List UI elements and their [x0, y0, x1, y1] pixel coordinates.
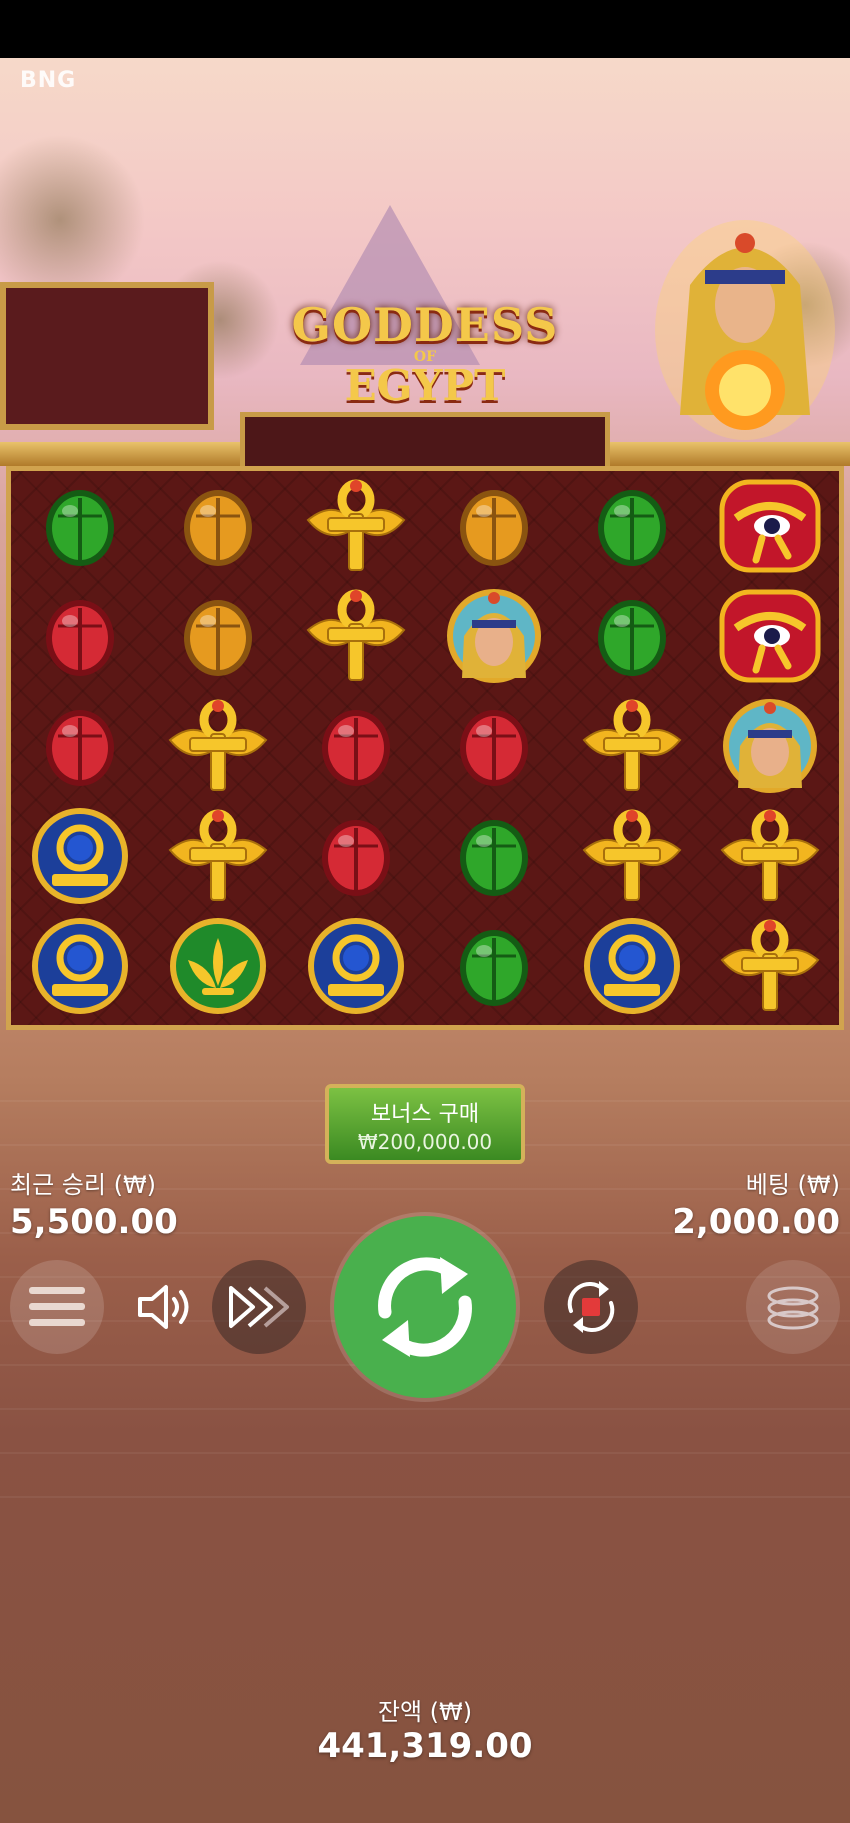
coin-stack-icon [767, 1286, 819, 1330]
red-scarab-icon [460, 710, 528, 786]
green-scarab-icon [460, 930, 528, 1006]
menu-button[interactable] [10, 1260, 104, 1354]
reel-cell [563, 581, 701, 691]
turbo-button[interactable] [212, 1260, 306, 1354]
side-panel [0, 282, 214, 430]
blue-omega-icon [32, 808, 128, 904]
reel-cell [149, 691, 287, 801]
balance-label: 잔액 (₩) [377, 1698, 473, 1726]
bonus-buy-label: 보너스 구매 [370, 1102, 480, 1127]
reel-cell [425, 801, 563, 911]
green-scarab-icon [460, 820, 528, 896]
cleopatra-icon [723, 699, 817, 793]
orange-scarab-icon [184, 490, 252, 566]
provider-logo: BNG [20, 68, 77, 93]
reel-cell [149, 801, 287, 911]
logo-line-1: GODDESS [291, 298, 559, 352]
reel-cell [11, 801, 149, 911]
spin-icon [378, 1257, 472, 1357]
bonus-buy-price: ₩200,000.00 [357, 1130, 493, 1154]
reel-cell [701, 801, 839, 911]
reel-cell [287, 691, 425, 801]
green-scarab-icon [46, 490, 114, 566]
blue-omega-icon [308, 918, 404, 1014]
reel-cell [149, 471, 287, 581]
reel-cell [11, 471, 149, 581]
reel-cell [425, 581, 563, 691]
logo-line-3: EGYPT [344, 361, 506, 410]
reel-cell [563, 471, 701, 581]
orange-scarab-icon [460, 490, 528, 566]
menu-icon [29, 1287, 85, 1326]
speaker-icon [138, 1285, 189, 1329]
red-scarab-icon [322, 710, 390, 786]
fast-forward-icon [229, 1286, 289, 1328]
reel-cell [287, 581, 425, 691]
last-win-value: 5,500.00 [10, 1202, 178, 1242]
reel-cell [701, 911, 839, 1021]
top-status-bar [0, 0, 850, 58]
spin-button[interactable] [334, 1216, 516, 1398]
eye-of-horus-icon [719, 479, 821, 573]
gold-ankh-icon [720, 809, 820, 901]
bonus-buy-button[interactable]: 보너스 구매 ₩200,000.00 [325, 1084, 525, 1164]
reel-cell [701, 581, 839, 691]
reel-cell [11, 911, 149, 1021]
reel-cell [701, 691, 839, 801]
reel-cell [425, 471, 563, 581]
green-scarab-icon [598, 600, 666, 676]
blue-omega-icon [584, 918, 680, 1014]
reel-cell [563, 911, 701, 1021]
green-scarab-icon [598, 490, 666, 566]
bet-chips-button[interactable] [746, 1260, 840, 1354]
reel-cell [563, 801, 701, 911]
gold-ankh-icon [168, 699, 268, 791]
gold-ankh-icon [582, 809, 682, 901]
reel-cell [149, 911, 287, 1021]
orange-scarab-icon [184, 600, 252, 676]
reel-cell [701, 471, 839, 581]
goddess-character [655, 220, 835, 440]
blue-omega-icon [32, 918, 128, 1014]
red-scarab-icon [46, 600, 114, 676]
win-display-panel [240, 412, 610, 472]
balance-value: 441,319.00 [317, 1726, 533, 1766]
eye-of-horus-icon [719, 589, 821, 683]
reel-cell [287, 801, 425, 911]
lotus-icon [170, 918, 266, 1014]
autoplay-button[interactable] [544, 1260, 638, 1354]
reel-cell [287, 911, 425, 1021]
reel-cell [11, 691, 149, 801]
gold-ankh-icon [306, 589, 406, 681]
game-logo: GODDESS OF EGYPT [285, 300, 565, 410]
sound-button[interactable] [126, 1275, 206, 1339]
gold-ankh-icon [582, 699, 682, 791]
reel-grid [6, 466, 844, 1030]
gold-ankh-icon [720, 919, 820, 1011]
reel-cell [287, 471, 425, 581]
bet-label: 베팅 (₩) [745, 1171, 840, 1199]
last-win-label: 최근 승리 (₩) [10, 1171, 157, 1199]
reel-cell [11, 581, 149, 691]
gold-ankh-icon [168, 809, 268, 901]
gold-ankh-icon [306, 479, 406, 571]
autoplay-stop-icon [567, 1281, 615, 1333]
reel-cell [149, 581, 287, 691]
red-scarab-icon [46, 710, 114, 786]
reel-cell [563, 691, 701, 801]
cleopatra-icon [447, 589, 541, 683]
reel-cell [425, 691, 563, 801]
reel-cell [425, 911, 563, 1021]
bet-value: 2,000.00 [672, 1202, 840, 1242]
red-scarab-icon [322, 820, 390, 896]
